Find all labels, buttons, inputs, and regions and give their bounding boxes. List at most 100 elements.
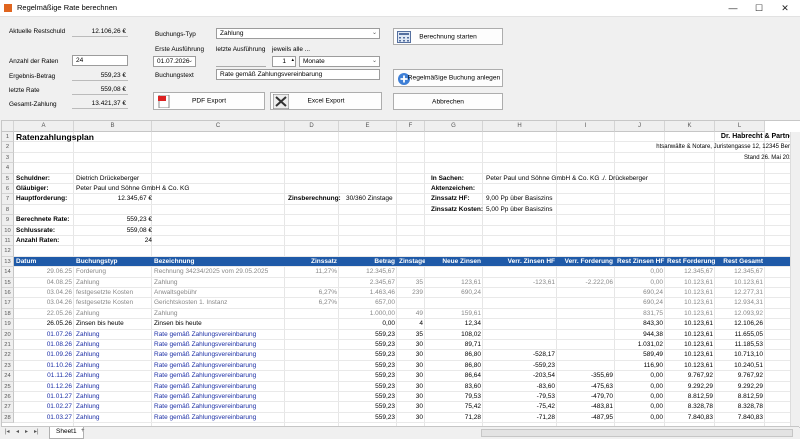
table-row[interactable]: 29.06.25 Forderung Rechnung 34234/2025 vom… (14, 267, 800, 278)
table-cell[interactable]: 589,49 (615, 350, 665, 360)
table-cell[interactable]: 10.240,51 (715, 361, 765, 371)
column-header-i[interactable]: I (557, 121, 615, 132)
table-cell[interactable] (425, 267, 483, 277)
table-row[interactable]: 01.01.27 Zahlung Rate gemäß Zahlungsverein… (14, 392, 800, 403)
table-cell[interactable] (557, 330, 615, 340)
table-cell[interactable]: 49 (397, 309, 425, 319)
table-cell[interactable]: 9.292,29 (665, 382, 715, 392)
table-cell[interactable]: Zahlung (74, 309, 152, 319)
row-header[interactable]: 10 (2, 225, 14, 236)
table-cell[interactable]: Zinsen bis heute (152, 319, 285, 329)
maximize-button[interactable]: ☐ (746, 1, 772, 15)
table-header-cell[interactable]: Rest Forderung (665, 257, 715, 267)
row-header[interactable]: 1 (2, 132, 14, 143)
table-cell[interactable]: Zahlung (74, 371, 152, 381)
table-cell[interactable]: 71,28 (425, 413, 483, 423)
table-header-cell[interactable]: Datum (14, 257, 74, 267)
table-cell[interactable]: 9.292,29 (715, 382, 765, 392)
row-header[interactable]: 9 (2, 215, 14, 226)
column-header-h[interactable]: H (483, 121, 557, 132)
table-cell[interactable]: 10.123,61 (715, 278, 765, 288)
table-cell[interactable] (557, 298, 615, 308)
einheit-select[interactable]: Monate ⌄ (299, 56, 380, 67)
table-cell[interactable]: 01.03.27 (14, 413, 74, 423)
row-header[interactable]: 11 (2, 236, 14, 247)
table-cell[interactable]: 79,53 (425, 392, 483, 402)
column-header-g[interactable]: G (425, 121, 483, 132)
table-cell[interactable]: 10.713,10 (715, 350, 765, 360)
table-cell[interactable]: Forderung (74, 267, 152, 277)
table-header-cell[interactable]: Betrag (339, 257, 397, 267)
table-cell[interactable]: 7.840,83 (715, 413, 765, 423)
excel-export-button[interactable]: Excel Export (270, 92, 382, 110)
table-cell[interactable]: 01.09.26 (14, 350, 74, 360)
table-cell[interactable]: -479,70 (557, 392, 615, 402)
table-cell[interactable] (557, 309, 615, 319)
table-cell[interactable]: 10.123,61 (665, 350, 715, 360)
table-cell[interactable]: 29.06.25 (14, 267, 74, 277)
table-cell[interactable]: -528,17 (483, 350, 557, 360)
table-cell[interactable]: Zahlung (74, 330, 152, 340)
table-cell[interactable] (557, 267, 615, 277)
table-header-cell[interactable]: Verr. Zinsen HF (483, 257, 557, 267)
table-header-cell[interactable]: Zinstage (397, 257, 425, 267)
table-cell[interactable]: 559,23 (339, 382, 397, 392)
minimize-button[interactable]: — (720, 1, 746, 15)
table-cell[interactable]: 2.345,67 (339, 278, 397, 288)
table-cell[interactable]: -123,61 (483, 278, 557, 288)
table-cell[interactable]: Zahlung (152, 309, 285, 319)
table-cell[interactable]: Rechnung 34234/2025 vom 29.05.2025 (152, 267, 285, 277)
table-cell[interactable]: 10.123,61 (665, 278, 715, 288)
row-header[interactable]: 12 (2, 246, 14, 257)
row-header[interactable]: 24 (2, 371, 14, 382)
pdf-export-button[interactable]: PDF Export (153, 92, 265, 110)
table-cell[interactable]: 83,60 (425, 382, 483, 392)
table-cell[interactable] (397, 298, 425, 308)
column-header-b[interactable]: B (74, 121, 152, 132)
table-cell[interactable]: 12,34 (425, 319, 483, 329)
table-cell[interactable]: 843,30 (615, 319, 665, 329)
table-cell[interactable]: 123,61 (425, 278, 483, 288)
table-cell[interactable] (285, 330, 339, 340)
first-sheet-icon[interactable]: |◂ (5, 428, 10, 435)
table-cell[interactable] (483, 319, 557, 329)
table-cell[interactable]: 11.655,05 (715, 330, 765, 340)
table-cell[interactable] (557, 350, 615, 360)
table-cell[interactable]: 01.02.27 (14, 402, 74, 412)
table-cell[interactable]: 10.123,61 (665, 298, 715, 308)
table-row[interactable]: 01.12.26 Zahlung Rate gemäß Zahlungsverein… (14, 382, 800, 392)
table-cell[interactable]: 559,23 (339, 340, 397, 350)
table-cell[interactable] (483, 298, 557, 308)
table-cell[interactable]: 11.185,53 (715, 340, 765, 350)
table-cell[interactable]: 690,24 (615, 288, 665, 298)
table-cell[interactable]: -75,42 (483, 402, 557, 412)
table-cell[interactable]: 30 (397, 392, 425, 402)
table-cell[interactable] (285, 309, 339, 319)
table-cell[interactable]: 0,00 (615, 382, 665, 392)
row-header[interactable]: 15 (2, 277, 14, 288)
row-header[interactable]: 25 (2, 381, 14, 392)
table-cell[interactable]: 86,64 (425, 371, 483, 381)
table-header-cell[interactable]: Verr. Forderung (557, 257, 615, 267)
row-header[interactable]: 23 (2, 360, 14, 372)
table-cell[interactable]: 657,00 (339, 298, 397, 308)
table-cell[interactable]: 9.767,92 (665, 371, 715, 381)
table-cell[interactable]: 7.840,83 (665, 413, 715, 423)
table-cell[interactable] (483, 309, 557, 319)
table-cell[interactable] (425, 298, 483, 308)
table-header-cell[interactable]: Buchungstyp (74, 257, 152, 267)
table-cell[interactable]: 75,42 (425, 402, 483, 412)
buchungstyp-select[interactable]: Zahlung ⌄ (216, 28, 380, 39)
table-cell[interactable]: 559,23 (339, 402, 397, 412)
table-cell[interactable] (557, 340, 615, 350)
table-cell[interactable]: 559,23 (339, 371, 397, 381)
table-cell[interactable]: 559,23 (339, 392, 397, 402)
row-header[interactable]: 26 (2, 392, 14, 403)
table-cell[interactable]: 30 (397, 402, 425, 412)
table-cell[interactable]: -71,28 (483, 413, 557, 423)
table-cell[interactable]: Rate gemäß Zahlungsvereinbarung (152, 413, 285, 423)
table-cell[interactable]: Rate gemäß Zahlungsvereinbarung (152, 350, 285, 360)
table-row[interactable]: 01.08.26 Zahlung Rate gemäß Zahlungsverein… (14, 340, 800, 351)
table-cell[interactable]: Anwaltsgebühr (152, 288, 285, 298)
table-cell[interactable]: 12.345,67 (339, 267, 397, 277)
